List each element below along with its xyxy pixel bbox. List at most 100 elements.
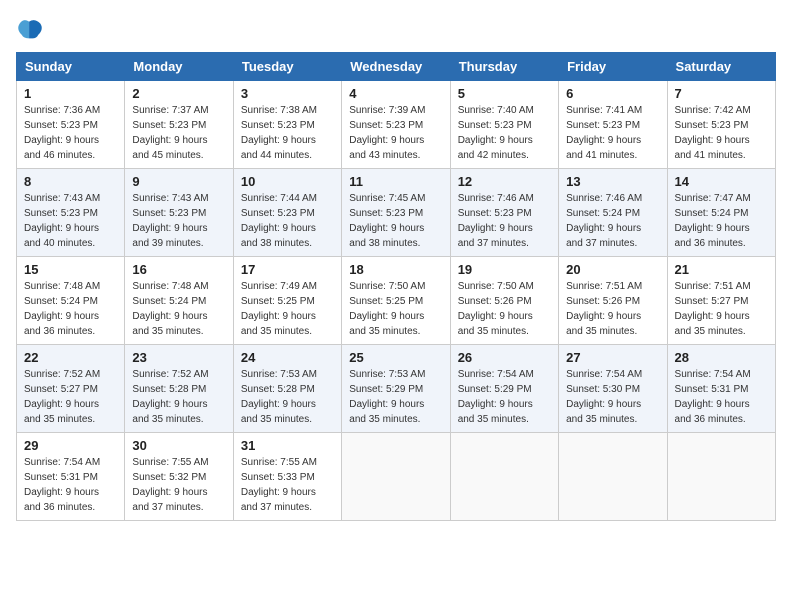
day-detail: Sunrise: 7:51 AM Sunset: 5:27 PM Dayligh… bbox=[675, 279, 768, 339]
calendar-cell-3: 3 Sunrise: 7:38 AM Sunset: 5:23 PM Daylig… bbox=[233, 81, 341, 169]
day-number: 23 bbox=[132, 350, 225, 365]
calendar-cell-28: 28 Sunrise: 7:54 AM Sunset: 5:31 PM Dayli… bbox=[667, 345, 775, 433]
day-detail: Sunrise: 7:55 AM Sunset: 5:32 PM Dayligh… bbox=[132, 455, 225, 515]
calendar-cell-4: 4 Sunrise: 7:39 AM Sunset: 5:23 PM Daylig… bbox=[342, 81, 450, 169]
calendar-cell-31: 31 Sunrise: 7:55 AM Sunset: 5:33 PM Dayli… bbox=[233, 433, 341, 521]
day-header-wednesday: Wednesday bbox=[342, 53, 450, 81]
day-number: 28 bbox=[675, 350, 768, 365]
calendar-cell-29: 29 Sunrise: 7:54 AM Sunset: 5:31 PM Dayli… bbox=[17, 433, 125, 521]
calendar-cell-18: 18 Sunrise: 7:50 AM Sunset: 5:25 PM Dayli… bbox=[342, 257, 450, 345]
day-number: 13 bbox=[566, 174, 659, 189]
calendar-cell-empty bbox=[559, 433, 667, 521]
day-detail: Sunrise: 7:43 AM Sunset: 5:23 PM Dayligh… bbox=[132, 191, 225, 251]
day-number: 22 bbox=[24, 350, 117, 365]
day-detail: Sunrise: 7:42 AM Sunset: 5:23 PM Dayligh… bbox=[675, 103, 768, 163]
day-detail: Sunrise: 7:54 AM Sunset: 5:31 PM Dayligh… bbox=[24, 455, 117, 515]
day-number: 27 bbox=[566, 350, 659, 365]
calendar-cell-12: 12 Sunrise: 7:46 AM Sunset: 5:23 PM Dayli… bbox=[450, 169, 558, 257]
day-header-saturday: Saturday bbox=[667, 53, 775, 81]
day-detail: Sunrise: 7:45 AM Sunset: 5:23 PM Dayligh… bbox=[349, 191, 442, 251]
day-detail: Sunrise: 7:54 AM Sunset: 5:29 PM Dayligh… bbox=[458, 367, 551, 427]
day-detail: Sunrise: 7:43 AM Sunset: 5:23 PM Dayligh… bbox=[24, 191, 117, 251]
day-detail: Sunrise: 7:41 AM Sunset: 5:23 PM Dayligh… bbox=[566, 103, 659, 163]
calendar-cell-24: 24 Sunrise: 7:53 AM Sunset: 5:28 PM Dayli… bbox=[233, 345, 341, 433]
day-number: 3 bbox=[241, 86, 334, 101]
day-detail: Sunrise: 7:50 AM Sunset: 5:26 PM Dayligh… bbox=[458, 279, 551, 339]
day-number: 26 bbox=[458, 350, 551, 365]
calendar-week-1: 8 Sunrise: 7:43 AM Sunset: 5:23 PM Daylig… bbox=[17, 169, 776, 257]
day-number: 19 bbox=[458, 262, 551, 277]
day-detail: Sunrise: 7:53 AM Sunset: 5:28 PM Dayligh… bbox=[241, 367, 334, 427]
day-detail: Sunrise: 7:44 AM Sunset: 5:23 PM Dayligh… bbox=[241, 191, 334, 251]
calendar-cell-11: 11 Sunrise: 7:45 AM Sunset: 5:23 PM Dayli… bbox=[342, 169, 450, 257]
calendar-cell-2: 2 Sunrise: 7:37 AM Sunset: 5:23 PM Daylig… bbox=[125, 81, 233, 169]
day-header-monday: Monday bbox=[125, 53, 233, 81]
day-detail: Sunrise: 7:54 AM Sunset: 5:31 PM Dayligh… bbox=[675, 367, 768, 427]
day-number: 24 bbox=[241, 350, 334, 365]
day-detail: Sunrise: 7:40 AM Sunset: 5:23 PM Dayligh… bbox=[458, 103, 551, 163]
logo-icon bbox=[16, 16, 44, 44]
day-number: 11 bbox=[349, 174, 442, 189]
day-number: 7 bbox=[675, 86, 768, 101]
calendar-cell-19: 19 Sunrise: 7:50 AM Sunset: 5:26 PM Dayli… bbox=[450, 257, 558, 345]
day-detail: Sunrise: 7:48 AM Sunset: 5:24 PM Dayligh… bbox=[24, 279, 117, 339]
calendar-cell-6: 6 Sunrise: 7:41 AM Sunset: 5:23 PM Daylig… bbox=[559, 81, 667, 169]
day-number: 20 bbox=[566, 262, 659, 277]
day-detail: Sunrise: 7:37 AM Sunset: 5:23 PM Dayligh… bbox=[132, 103, 225, 163]
day-detail: Sunrise: 7:53 AM Sunset: 5:29 PM Dayligh… bbox=[349, 367, 442, 427]
calendar-cell-empty bbox=[342, 433, 450, 521]
day-detail: Sunrise: 7:51 AM Sunset: 5:26 PM Dayligh… bbox=[566, 279, 659, 339]
days-header-row: SundayMondayTuesdayWednesdayThursdayFrid… bbox=[17, 53, 776, 81]
day-number: 15 bbox=[24, 262, 117, 277]
calendar-cell-21: 21 Sunrise: 7:51 AM Sunset: 5:27 PM Dayli… bbox=[667, 257, 775, 345]
day-number: 8 bbox=[24, 174, 117, 189]
day-number: 1 bbox=[24, 86, 117, 101]
calendar-cell-25: 25 Sunrise: 7:53 AM Sunset: 5:29 PM Dayli… bbox=[342, 345, 450, 433]
day-number: 10 bbox=[241, 174, 334, 189]
day-detail: Sunrise: 7:55 AM Sunset: 5:33 PM Dayligh… bbox=[241, 455, 334, 515]
day-number: 16 bbox=[132, 262, 225, 277]
day-number: 30 bbox=[132, 438, 225, 453]
day-number: 29 bbox=[24, 438, 117, 453]
calendar-cell-7: 7 Sunrise: 7:42 AM Sunset: 5:23 PM Daylig… bbox=[667, 81, 775, 169]
day-header-sunday: Sunday bbox=[17, 53, 125, 81]
calendar-cell-26: 26 Sunrise: 7:54 AM Sunset: 5:29 PM Dayli… bbox=[450, 345, 558, 433]
day-detail: Sunrise: 7:38 AM Sunset: 5:23 PM Dayligh… bbox=[241, 103, 334, 163]
day-number: 2 bbox=[132, 86, 225, 101]
calendar-table: SundayMondayTuesdayWednesdayThursdayFrid… bbox=[16, 52, 776, 521]
day-number: 25 bbox=[349, 350, 442, 365]
day-number: 17 bbox=[241, 262, 334, 277]
calendar-cell-5: 5Sunrise: 7:40 AM Sunset: 5:23 PM Daylig… bbox=[450, 81, 558, 169]
calendar-cell-20: 20 Sunrise: 7:51 AM Sunset: 5:26 PM Dayli… bbox=[559, 257, 667, 345]
day-detail: Sunrise: 7:50 AM Sunset: 5:25 PM Dayligh… bbox=[349, 279, 442, 339]
calendar-cell-10: 10 Sunrise: 7:44 AM Sunset: 5:23 PM Dayli… bbox=[233, 169, 341, 257]
logo bbox=[16, 16, 48, 44]
calendar-cell-1: 1 Sunrise: 7:36 AM Sunset: 5:23 PM Daylig… bbox=[17, 81, 125, 169]
day-header-friday: Friday bbox=[559, 53, 667, 81]
calendar-cell-23: 23Sunrise: 7:52 AM Sunset: 5:28 PM Dayli… bbox=[125, 345, 233, 433]
calendar-cell-16: 16 Sunrise: 7:48 AM Sunset: 5:24 PM Dayli… bbox=[125, 257, 233, 345]
calendar-week-0: 1 Sunrise: 7:36 AM Sunset: 5:23 PM Daylig… bbox=[17, 81, 776, 169]
day-detail: Sunrise: 7:47 AM Sunset: 5:24 PM Dayligh… bbox=[675, 191, 768, 251]
day-number: 18 bbox=[349, 262, 442, 277]
day-detail: Sunrise: 7:36 AM Sunset: 5:23 PM Dayligh… bbox=[24, 103, 117, 163]
day-detail: Sunrise: 7:54 AM Sunset: 5:30 PM Dayligh… bbox=[566, 367, 659, 427]
calendar-cell-17: 17Sunrise: 7:49 AM Sunset: 5:25 PM Dayli… bbox=[233, 257, 341, 345]
day-detail: Sunrise: 7:48 AM Sunset: 5:24 PM Dayligh… bbox=[132, 279, 225, 339]
day-detail: Sunrise: 7:46 AM Sunset: 5:24 PM Dayligh… bbox=[566, 191, 659, 251]
day-number: 4 bbox=[349, 86, 442, 101]
day-detail: Sunrise: 7:52 AM Sunset: 5:27 PM Dayligh… bbox=[24, 367, 117, 427]
calendar-cell-27: 27 Sunrise: 7:54 AM Sunset: 5:30 PM Dayli… bbox=[559, 345, 667, 433]
day-detail: Sunrise: 7:46 AM Sunset: 5:23 PM Dayligh… bbox=[458, 191, 551, 251]
day-number: 6 bbox=[566, 86, 659, 101]
calendar-week-3: 22 Sunrise: 7:52 AM Sunset: 5:27 PM Dayli… bbox=[17, 345, 776, 433]
calendar-cell-15: 15 Sunrise: 7:48 AM Sunset: 5:24 PM Dayli… bbox=[17, 257, 125, 345]
day-number: 21 bbox=[675, 262, 768, 277]
calendar-cell-8: 8 Sunrise: 7:43 AM Sunset: 5:23 PM Daylig… bbox=[17, 169, 125, 257]
day-number: 31 bbox=[241, 438, 334, 453]
day-detail: Sunrise: 7:39 AM Sunset: 5:23 PM Dayligh… bbox=[349, 103, 442, 163]
day-number: 14 bbox=[675, 174, 768, 189]
day-number: 12 bbox=[458, 174, 551, 189]
calendar-cell-22: 22 Sunrise: 7:52 AM Sunset: 5:27 PM Dayli… bbox=[17, 345, 125, 433]
calendar-cell-14: 14 Sunrise: 7:47 AM Sunset: 5:24 PM Dayli… bbox=[667, 169, 775, 257]
